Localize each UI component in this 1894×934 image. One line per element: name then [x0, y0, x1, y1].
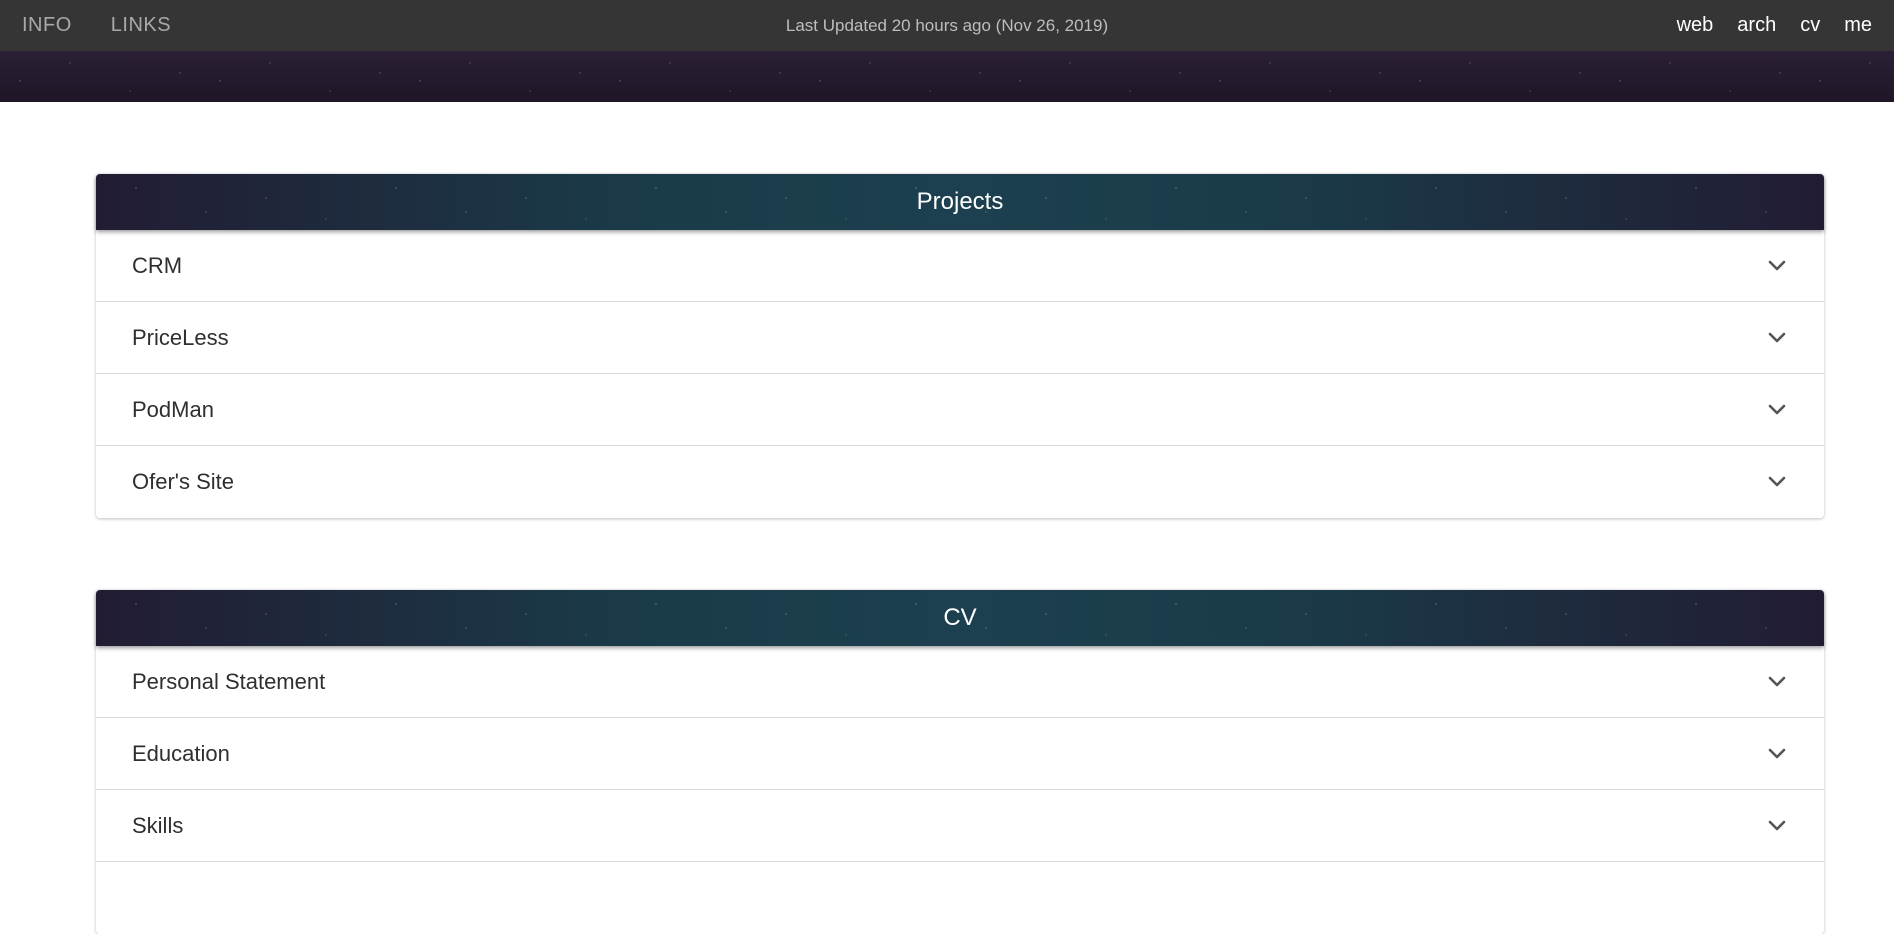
- accordion-item-skills[interactable]: Skills: [96, 790, 1824, 862]
- starry-banner: [0, 51, 1894, 102]
- accordion-label: PriceLess: [132, 324, 229, 350]
- cv-header: CV: [96, 590, 1824, 646]
- cv-section: CV Personal Statement Education Skills: [96, 590, 1824, 934]
- top-nav: INFO LINKS web arch cv me: [0, 0, 1894, 51]
- nav-link-me[interactable]: me: [1844, 14, 1872, 37]
- nav-link-arch[interactable]: arch: [1737, 14, 1776, 37]
- chevron-down-icon[interactable]: [1766, 471, 1788, 493]
- chevron-down-icon[interactable]: [1766, 815, 1788, 837]
- chevron-down-icon[interactable]: [1766, 327, 1788, 349]
- chevron-down-icon[interactable]: [1766, 255, 1788, 277]
- accordion-item-education[interactable]: Education: [96, 718, 1824, 790]
- accordion-item-crm[interactable]: CRM: [96, 230, 1824, 302]
- accordion-item-ofers-site[interactable]: Ofer's Site: [96, 446, 1824, 518]
- chevron-down-icon[interactable]: [1766, 671, 1788, 693]
- cv-title: CV: [943, 604, 977, 631]
- chevron-down-icon[interactable]: [1766, 743, 1788, 765]
- projects-title: Projects: [916, 188, 1004, 215]
- nav-link-links[interactable]: LINKS: [111, 14, 171, 37]
- nav-link-web[interactable]: web: [1677, 14, 1714, 37]
- nav-left: INFO LINKS: [22, 14, 210, 37]
- nav-link-info[interactable]: INFO: [22, 14, 72, 37]
- accordion-item-podman[interactable]: PodMan: [96, 374, 1824, 446]
- accordion-label: Personal Statement: [132, 668, 326, 694]
- accordion-label: CRM: [132, 252, 183, 278]
- nav-right: web arch cv me: [1653, 14, 1872, 37]
- projects-header: Projects: [96, 174, 1824, 230]
- accordion-item-partial[interactable]: [96, 862, 1824, 934]
- accordion-item-priceless[interactable]: PriceLess: [96, 302, 1824, 374]
- accordion-label: PodMan: [132, 396, 214, 422]
- chevron-down-icon[interactable]: [1766, 399, 1788, 421]
- accordion-label: Ofer's Site: [132, 469, 235, 494]
- accordion-item-personal-statement[interactable]: Personal Statement: [96, 646, 1824, 718]
- accordion-label: Education: [132, 740, 230, 766]
- nav-link-cv[interactable]: cv: [1800, 14, 1820, 37]
- projects-section: Projects CRM PriceLess PodMan Ofer's Sit…: [96, 174, 1824, 518]
- accordion-label: Skills: [132, 812, 184, 838]
